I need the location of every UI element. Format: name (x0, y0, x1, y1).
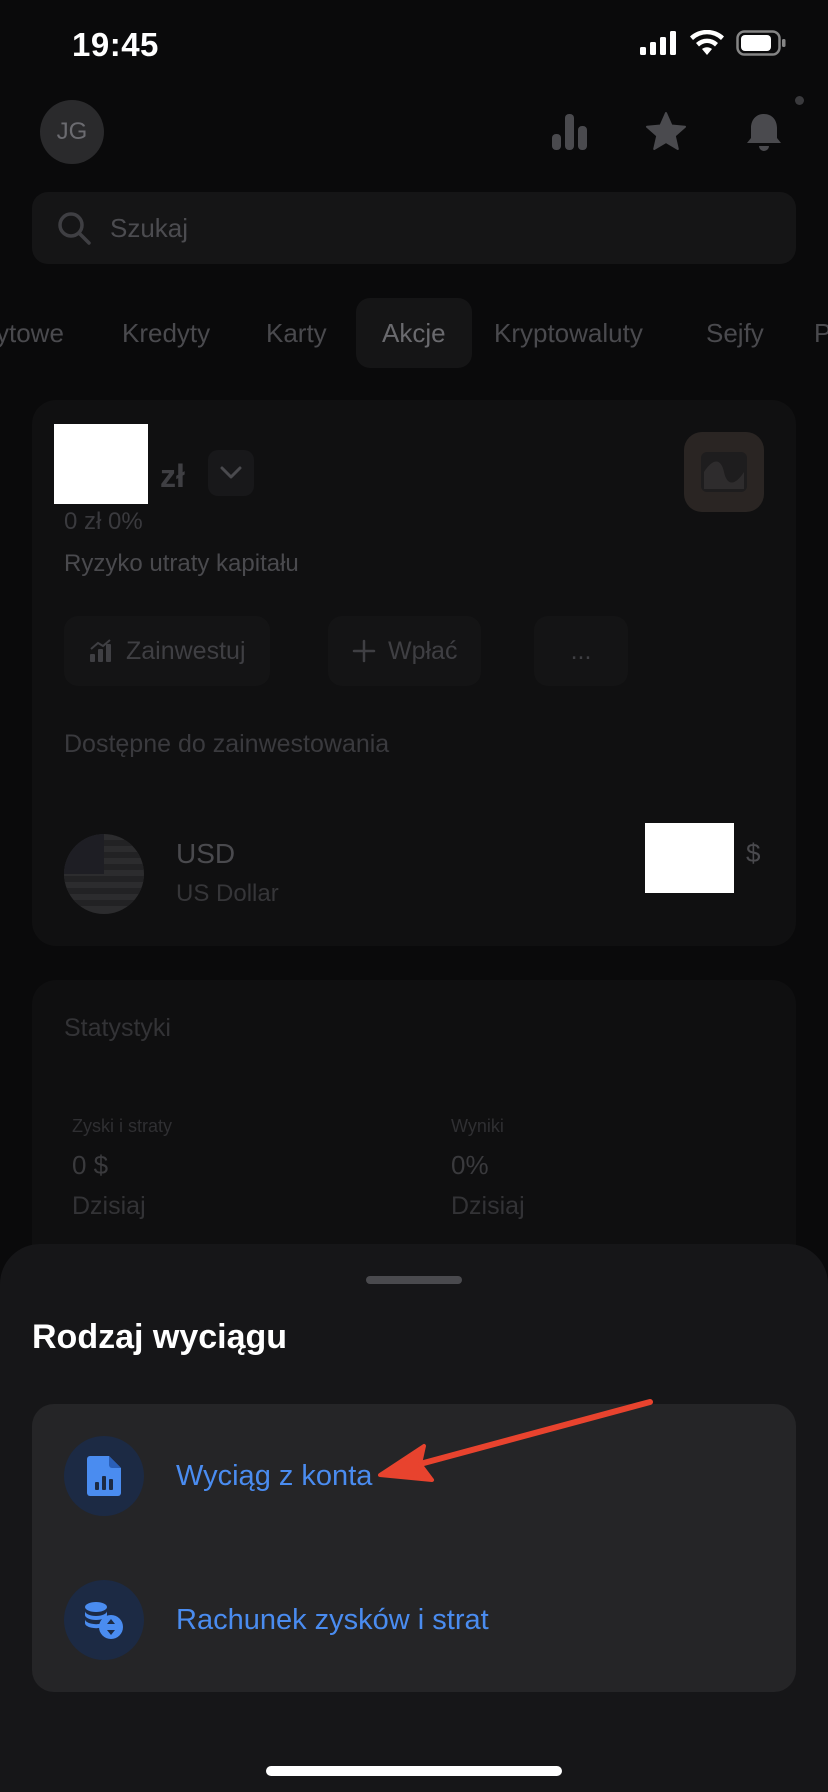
us-flag-icon (64, 834, 144, 914)
stat-label-results: Wyniki (451, 1116, 504, 1136)
tab-sejfy[interactable]: Sejfy (706, 298, 764, 368)
star-icon[interactable] (644, 110, 688, 154)
more-button[interactable]: ... (534, 616, 628, 686)
status-bar: 19:45 (0, 0, 828, 90)
search-bar[interactable]: Szukaj (32, 192, 796, 264)
top-header: JG (0, 96, 828, 168)
balance-change: 0 zł 0% (64, 508, 143, 535)
stat-value-results: 0% (451, 1150, 489, 1180)
option-icon-bg (64, 1436, 144, 1516)
tab-kryptowaluty[interactable]: Kryptowaluty (494, 298, 643, 368)
bar-chart-icon[interactable] (548, 110, 592, 154)
stat-label-profit: Zyski i straty (72, 1116, 173, 1136)
category-tabs: ytowe Kredyty Karty Akcje Kryptowaluty S… (0, 298, 828, 368)
tab-kredyty[interactable]: Kredyty (122, 298, 210, 368)
deposit-button[interactable]: Wpłać (328, 616, 482, 686)
holding-code: USD (176, 838, 236, 869)
balance-currency: zł (160, 458, 185, 494)
tab-akcje[interactable]: Akcje (356, 298, 472, 368)
status-icons (640, 30, 786, 56)
redacted-balance (54, 424, 148, 504)
available-title: Dostępne do zainwestowania (64, 730, 390, 758)
invest-chart-icon (90, 639, 111, 662)
signal-icon (640, 31, 676, 55)
invest-button[interactable]: Zainwestuj (64, 616, 270, 686)
option-profit-loss[interactable]: Rachunek zysków i strat (32, 1548, 796, 1692)
home-indicator[interactable] (266, 1766, 562, 1776)
holding-currency-symbol: $ (746, 838, 761, 868)
stats-title: Statystyki (64, 1014, 171, 1042)
redacted-holding-amount (645, 823, 734, 893)
sheet-grabber[interactable] (366, 1276, 462, 1284)
search-placeholder: Szukaj (110, 212, 189, 243)
bell-icon[interactable] (742, 110, 786, 154)
risk-note: Ryzyko utraty kapitału (64, 550, 299, 577)
notification-dot (795, 96, 804, 105)
wifi-icon (690, 30, 724, 55)
option-label: Rachunek zysków i strat (176, 1604, 489, 1636)
stock-wave-icon[interactable] (684, 432, 764, 512)
option-icon-bg (64, 1580, 144, 1660)
holding-name: US Dollar (176, 880, 279, 907)
stat-period-results: Dzisiaj (451, 1192, 525, 1220)
chevron-down-icon (220, 466, 242, 479)
status-time: 19:45 (72, 26, 159, 63)
more-icon: ... (570, 636, 592, 665)
sheet-title: Rodzaj wyciągu (32, 1318, 288, 1356)
option-account-statement[interactable]: Wyciąg z konta (32, 1404, 796, 1548)
invest-label: Zainwestuj (126, 636, 246, 665)
stat-value-profit: 0 $ (72, 1150, 109, 1180)
document-chart-icon (87, 1456, 121, 1496)
tab-karty[interactable]: Karty (266, 298, 327, 368)
battery-icon (736, 30, 786, 56)
balance-dropdown[interactable] (208, 450, 254, 496)
deposit-label: Wpłać (388, 636, 458, 665)
search-icon (58, 212, 91, 245)
coins-exchange-icon (84, 1602, 123, 1639)
plus-icon (352, 639, 376, 663)
tab-lokaty[interactable]: ytowe (0, 298, 64, 368)
tab-next[interactable]: P (814, 298, 828, 368)
option-label: Wyciąg z konta (176, 1460, 373, 1492)
avatar[interactable]: JG (40, 100, 104, 164)
stat-period-profit: Dzisiaj (72, 1192, 146, 1220)
